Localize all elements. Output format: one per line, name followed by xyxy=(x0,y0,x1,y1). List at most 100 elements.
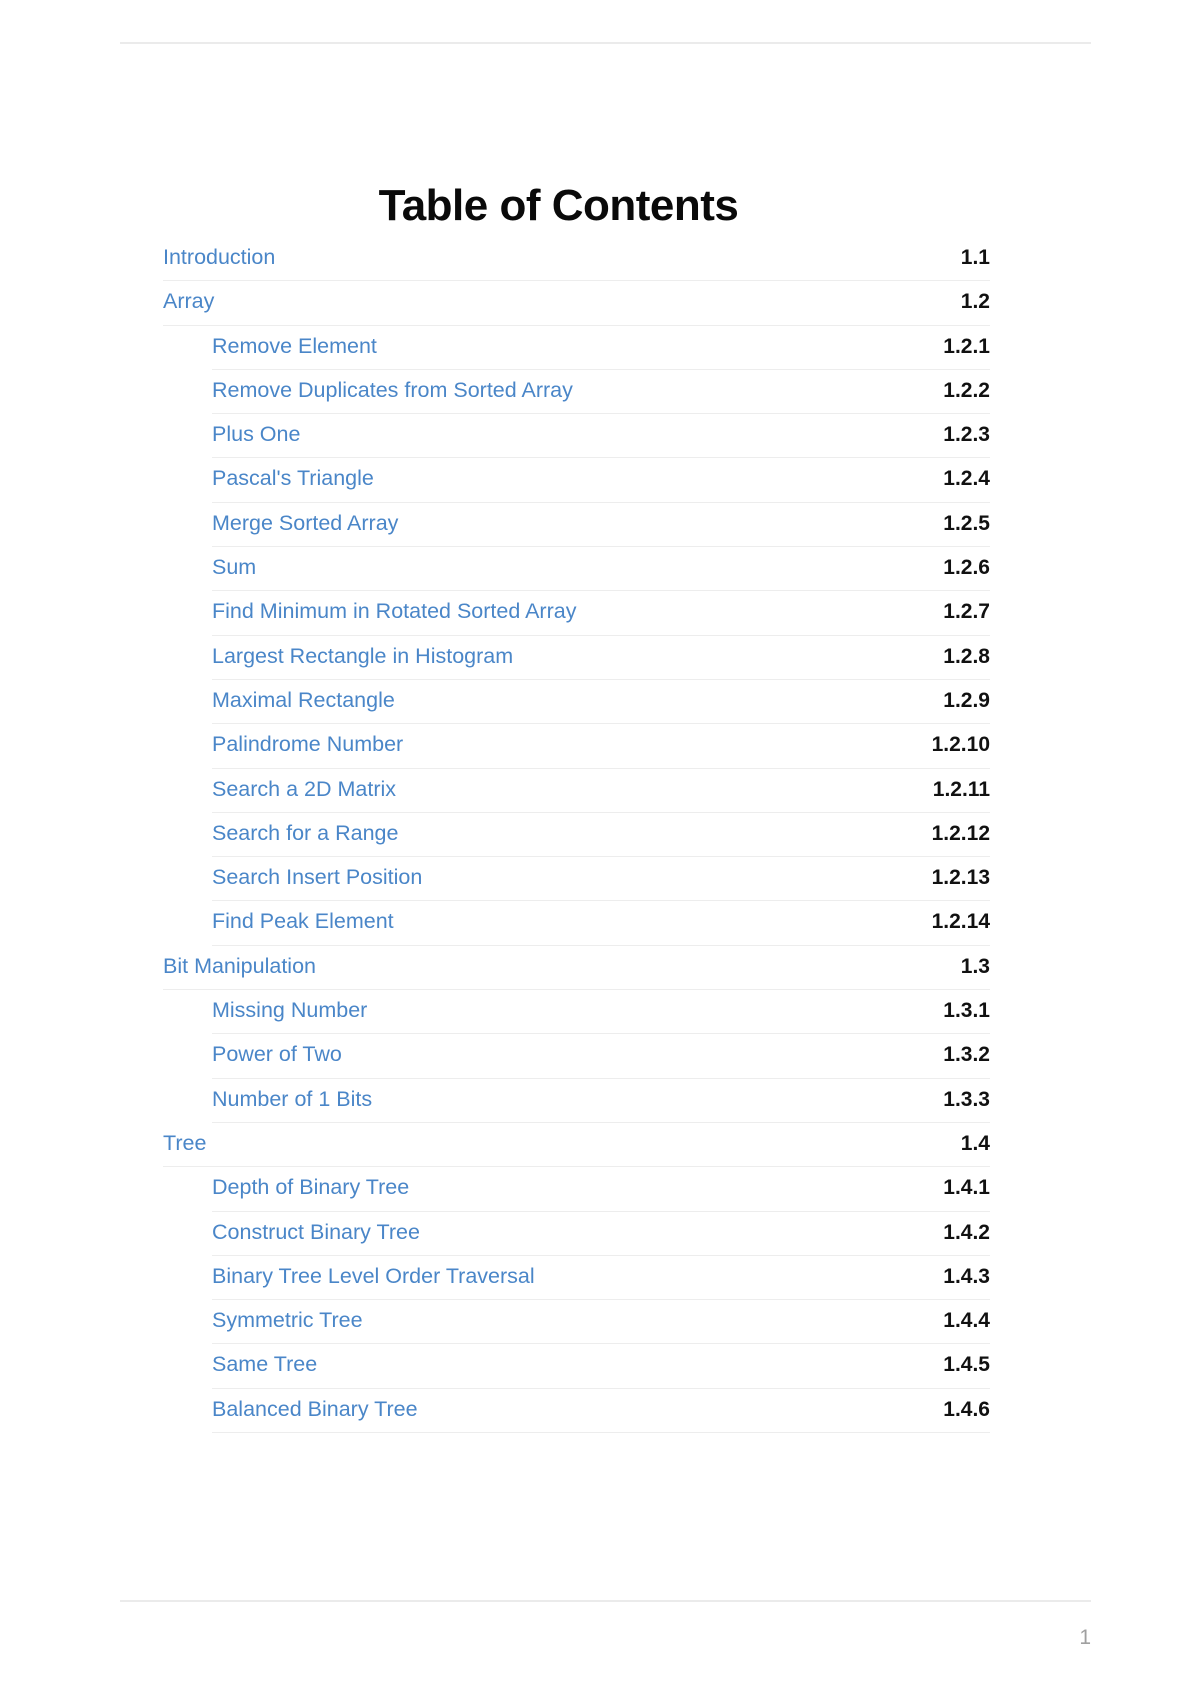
toc-entry[interactable]: Construct Binary Tree 1.4.2 xyxy=(163,1211,991,1256)
toc-entry-number: 1.4.2 xyxy=(933,1211,991,1244)
toc-entry-link[interactable]: Construct Binary Tree xyxy=(212,1212,420,1244)
toc-entry[interactable]: Remove Element 1.2.1 xyxy=(163,325,991,370)
toc-entry[interactable]: Find Peak Element 1.2.14 xyxy=(163,901,992,946)
toc-entry-number: 1.2.13 xyxy=(921,857,992,890)
toc-entry[interactable]: Symmetric Tree 1.4.4 xyxy=(163,1300,991,1345)
toc-entry[interactable]: Plus One 1.2.3 xyxy=(163,414,991,459)
toc-entry-row: Tree 1.4 xyxy=(163,1122,992,1168)
toc-entry-link[interactable]: Search a 2D Matrix xyxy=(212,769,396,801)
toc-entry-number: 1.3.3 xyxy=(933,1078,991,1111)
toc-entry-row: Remove Element 1.2.1 xyxy=(212,325,991,370)
toc-entry-row: Pascal's Triangle 1.2.4 xyxy=(212,458,991,503)
toc-entry-link[interactable]: Power of Two xyxy=(212,1034,342,1066)
toc-entry-number: 1.2.2 xyxy=(933,369,991,402)
toc-entry-link[interactable]: Search Insert Position xyxy=(212,857,422,889)
toc-entry-link[interactable]: Palindrome Number xyxy=(212,724,403,756)
toc-entry-row: Largest Rectangle in Histogram 1.2.8 xyxy=(212,635,991,680)
toc-entry-link[interactable]: Find Peak Element xyxy=(212,901,394,933)
toc-entry-row: Search for a Range 1.2.12 xyxy=(212,812,992,858)
toc-entry[interactable]: Search a 2D Matrix 1.2.11 xyxy=(163,768,992,813)
toc-entry-number: 1.2.12 xyxy=(921,812,992,845)
toc-entry-link[interactable]: Array xyxy=(163,281,214,313)
toc-entry-number: 1.3 xyxy=(950,945,992,978)
toc-entry[interactable]: Depth of Binary Tree 1.4.1 xyxy=(163,1167,991,1212)
toc-entry-number: 1.4.6 xyxy=(933,1388,991,1421)
toc-entry-link[interactable]: Missing Number xyxy=(212,990,367,1022)
toc-entry[interactable]: Sum 1.2.6 xyxy=(163,547,991,592)
table-of-contents-list: Introduction 1.1 Array 1.2 Remove Element 1.2… xyxy=(163,237,992,1434)
footer-rule xyxy=(120,1600,1091,1602)
toc-entry-row: Depth of Binary Tree 1.4.1 xyxy=(212,1167,991,1212)
toc-entry-number: 1.2.10 xyxy=(921,724,992,757)
toc-entry-link[interactable]: Bit Manipulation xyxy=(163,946,316,978)
toc-entry-number: 1.2.5 xyxy=(933,502,991,535)
toc-entry[interactable]: Balanced Binary Tree 1.4.6 xyxy=(163,1388,991,1434)
toc-entry-number: 1.2.4 xyxy=(933,458,991,491)
toc-entry-number: 1.2 xyxy=(950,281,992,314)
toc-entry-link[interactable]: Balanced Binary Tree xyxy=(212,1389,418,1421)
toc-entry[interactable]: Same Tree 1.4.5 xyxy=(163,1344,991,1389)
toc-entry-link[interactable]: Find Minimum in Rotated Sorted Array xyxy=(212,591,576,623)
toc-entry[interactable]: Number of 1 Bits 1.3.3 xyxy=(163,1078,991,1123)
toc-entry-number: 1.2.6 xyxy=(933,547,991,580)
toc-entry-number: 1.2.7 xyxy=(933,591,991,624)
toc-entry-row: Plus One 1.2.3 xyxy=(212,414,991,459)
toc-entry-row: Number of 1 Bits 1.3.3 xyxy=(212,1078,991,1123)
toc-entry[interactable]: Search Insert Position 1.2.13 xyxy=(163,857,992,902)
toc-entry-row: Sum 1.2.6 xyxy=(212,547,991,592)
toc-entry-row: Remove Duplicates from Sorted Array 1.2.2 xyxy=(212,369,991,415)
toc-entry-number: 1.2.1 xyxy=(933,325,991,358)
toc-entry[interactable]: Maximal Rectangle 1.2.9 xyxy=(163,679,991,725)
toc-entry[interactable]: Power of Two 1.3.2 xyxy=(163,1034,991,1079)
toc-entry[interactable]: Missing Number 1.3.1 xyxy=(163,990,991,1035)
toc-entry[interactable]: Merge Sorted Array 1.2.5 xyxy=(163,502,991,548)
toc-entry-link[interactable]: Sum xyxy=(212,547,256,579)
toc-entry-link[interactable]: Search for a Range xyxy=(212,813,398,845)
toc-entry[interactable]: Introduction 1.1 xyxy=(163,237,992,282)
toc-entry[interactable]: Tree 1.4 xyxy=(163,1122,992,1168)
toc-entry-number: 1.3.1 xyxy=(933,990,991,1023)
toc-entry-row: Search a 2D Matrix 1.2.11 xyxy=(212,768,992,813)
toc-entry-row: Introduction 1.1 xyxy=(163,237,992,282)
toc-entry-row: Array 1.2 xyxy=(163,281,992,326)
toc-entry-row: Balanced Binary Tree 1.4.6 xyxy=(212,1388,991,1434)
toc-entry-number: 1.2.3 xyxy=(933,414,991,447)
toc-entry-link[interactable]: Binary Tree Level Order Traversal xyxy=(212,1256,535,1288)
toc-entry-number: 1.1 xyxy=(950,237,992,269)
toc-entry-link[interactable]: Tree xyxy=(163,1123,206,1155)
toc-entry-link[interactable]: Merge Sorted Array xyxy=(212,503,398,535)
toc-entry[interactable]: Search for a Range 1.2.12 xyxy=(163,812,992,858)
toc-entry-number: 1.2.14 xyxy=(921,901,992,934)
toc-entry-link[interactable]: Maximal Rectangle xyxy=(212,680,395,712)
toc-entry[interactable]: Largest Rectangle in Histogram 1.2.8 xyxy=(163,635,991,680)
toc-entry-row: Find Minimum in Rotated Sorted Array 1.2.… xyxy=(212,591,991,636)
page-title: Table of Contents xyxy=(378,181,739,231)
toc-entry[interactable]: Bit Manipulation 1.3 xyxy=(163,945,992,991)
toc-entry-number: 1.4 xyxy=(950,1122,992,1155)
toc-entry-row: Symmetric Tree 1.4.4 xyxy=(212,1300,991,1345)
toc-entry-link[interactable]: Remove Element xyxy=(212,326,377,358)
toc-entry-link[interactable]: Pascal's Triangle xyxy=(212,458,374,490)
toc-entry[interactable]: Find Minimum in Rotated Sorted Array 1.2.… xyxy=(163,591,991,636)
toc-entry-link[interactable]: Remove Duplicates from Sorted Array xyxy=(212,370,573,402)
toc-entry[interactable]: Palindrome Number 1.2.10 xyxy=(163,724,992,769)
toc-entry[interactable]: Array 1.2 xyxy=(163,281,992,326)
toc-entry-link[interactable]: Introduction xyxy=(163,237,275,269)
document-page: Table of Contents Introduction 1.1 Array 1.… xyxy=(0,0,1191,1684)
toc-entry-row: Bit Manipulation 1.3 xyxy=(163,945,992,991)
toc-entry-link[interactable]: Symmetric Tree xyxy=(212,1300,363,1332)
page-number: 1 xyxy=(1079,1626,1091,1649)
toc-entry-link[interactable]: Number of 1 Bits xyxy=(212,1079,372,1111)
toc-entry-row: Maximal Rectangle 1.2.9 xyxy=(212,679,991,725)
toc-entry[interactable]: Pascal's Triangle 1.2.4 xyxy=(163,458,991,503)
toc-entry[interactable]: Remove Duplicates from Sorted Array 1.2.2 xyxy=(163,369,991,415)
toc-entry-link[interactable]: Largest Rectangle in Histogram xyxy=(212,636,513,668)
toc-entry-number: 1.4.1 xyxy=(933,1167,991,1200)
toc-entry-link[interactable]: Depth of Binary Tree xyxy=(212,1167,409,1199)
toc-entry-row: Find Peak Element 1.2.14 xyxy=(212,901,992,946)
toc-entry[interactable]: Binary Tree Level Order Traversal 1.4.3 xyxy=(163,1255,991,1301)
toc-entry-number: 1.3.2 xyxy=(933,1034,991,1067)
toc-entry-number: 1.2.8 xyxy=(933,635,991,668)
toc-entry-link[interactable]: Same Tree xyxy=(212,1344,317,1376)
toc-entry-link[interactable]: Plus One xyxy=(212,414,300,446)
